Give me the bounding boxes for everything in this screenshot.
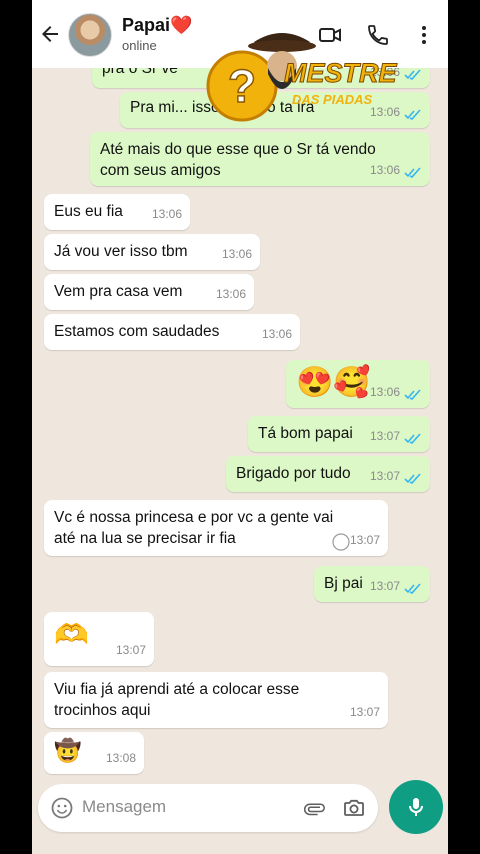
double-check-icon [404, 69, 421, 80]
contact-name-text: Papai [122, 15, 171, 35]
message-bubble[interactable]: Estamos com saudades 13:06 [44, 314, 300, 350]
message-time: 13:07 [349, 533, 380, 547]
message-bubble[interactable]: Tá bom papai 13:07 [248, 416, 430, 452]
message-text: Já vou ver isso tbm [54, 243, 188, 260]
message-time: 13:06 [261, 327, 292, 341]
double-check-icon [404, 109, 421, 120]
message-time: 13:06 [369, 385, 400, 399]
message-emoji: 🫶 [54, 619, 89, 650]
mic-button[interactable] [389, 780, 443, 834]
double-check-icon [404, 433, 421, 444]
mic-icon [409, 798, 423, 816]
message-time: 13:06 [369, 163, 400, 177]
message-text: Vem pra casa vem [54, 283, 183, 300]
double-check-icon [404, 167, 421, 178]
message-text: Tá bom papai [258, 425, 353, 442]
contact-status: online [122, 38, 157, 53]
emoji-icon[interactable] [50, 796, 74, 820]
message-text: Estamos com saudades [54, 323, 220, 340]
avatar[interactable] [68, 13, 112, 57]
message-bubble[interactable]: 🤠 13:08 [44, 732, 144, 774]
message-text: Brigado por tudo [236, 465, 351, 482]
double-check-icon [404, 583, 421, 594]
watermark-symbol: ? [228, 60, 256, 112]
message-time: 13:06 [221, 247, 252, 261]
double-check-icon [404, 389, 421, 400]
message-bubble[interactable]: Brigado por tudo 13:07 [226, 456, 430, 492]
chat-screen: Papai❤️ online ? MESTRE DAS PIADAS pra o… [32, 0, 448, 854]
message-input[interactable]: Mensagem [82, 797, 166, 817]
message-time: 13:08 [105, 751, 136, 765]
message-time: 13:06 [215, 287, 246, 301]
message-time: 13:07 [369, 469, 400, 483]
watermark-text-1: MESTRE [284, 58, 398, 88]
contact-name[interactable]: Papai❤️ [122, 15, 192, 36]
message-bubble[interactable]: Até mais do que esse que o Sr tá vendo c… [90, 132, 430, 186]
back-arrow-icon[interactable] [38, 22, 62, 46]
message-bubble[interactable]: Viu fia já aprendi até a colocar esse tr… [44, 672, 388, 728]
message-time: 13:07 [349, 705, 380, 719]
message-time: 13:07 [115, 643, 146, 657]
more-menu-icon[interactable] [412, 23, 436, 47]
camera-icon[interactable] [342, 796, 366, 820]
watermark-logo: ? MESTRE DAS PIADAS [206, 33, 398, 122]
message-emoji: 🤠 [54, 738, 82, 763]
message-bubble[interactable]: 🫶 13:07 [44, 612, 154, 666]
message-text: Vc é nossa princesa e por vc a gente vai… [54, 509, 334, 547]
message-text: Viu fia já aprendi até a colocar esse tr… [54, 681, 300, 719]
watermark-text-2: DAS PIADAS [292, 92, 373, 107]
message-time: 13:07 [369, 579, 400, 593]
message-text: Bj pai [324, 575, 363, 592]
message-bubble[interactable]: Vc é nossa princesa e por vc a gente vai… [44, 500, 388, 556]
message-bubble[interactable]: Vem pra casa vem 13:06 [44, 274, 254, 310]
message-input-bar: Mensagem [38, 784, 378, 832]
message-time: 13:07 [369, 429, 400, 443]
message-text: Eus eu fia [54, 203, 123, 220]
attach-icon[interactable] [302, 796, 326, 820]
double-check-icon [404, 473, 421, 484]
message-emoji: 😍🥰 [296, 366, 371, 399]
message-bubble[interactable]: 😍🥰 13:06 [286, 360, 430, 408]
message-bubble[interactable]: Eus eu fia 13:06 [44, 194, 190, 230]
pending-clock-icon [332, 533, 350, 551]
message-time: 13:06 [151, 207, 182, 221]
message-bubble[interactable]: Já vou ver isso tbm 13:06 [44, 234, 260, 270]
heart-emoji: ❤️ [170, 15, 193, 35]
message-bubble[interactable]: Bj pai 13:07 [314, 566, 430, 602]
message-text: Até mais do que esse que o Sr tá vendo c… [100, 141, 376, 179]
